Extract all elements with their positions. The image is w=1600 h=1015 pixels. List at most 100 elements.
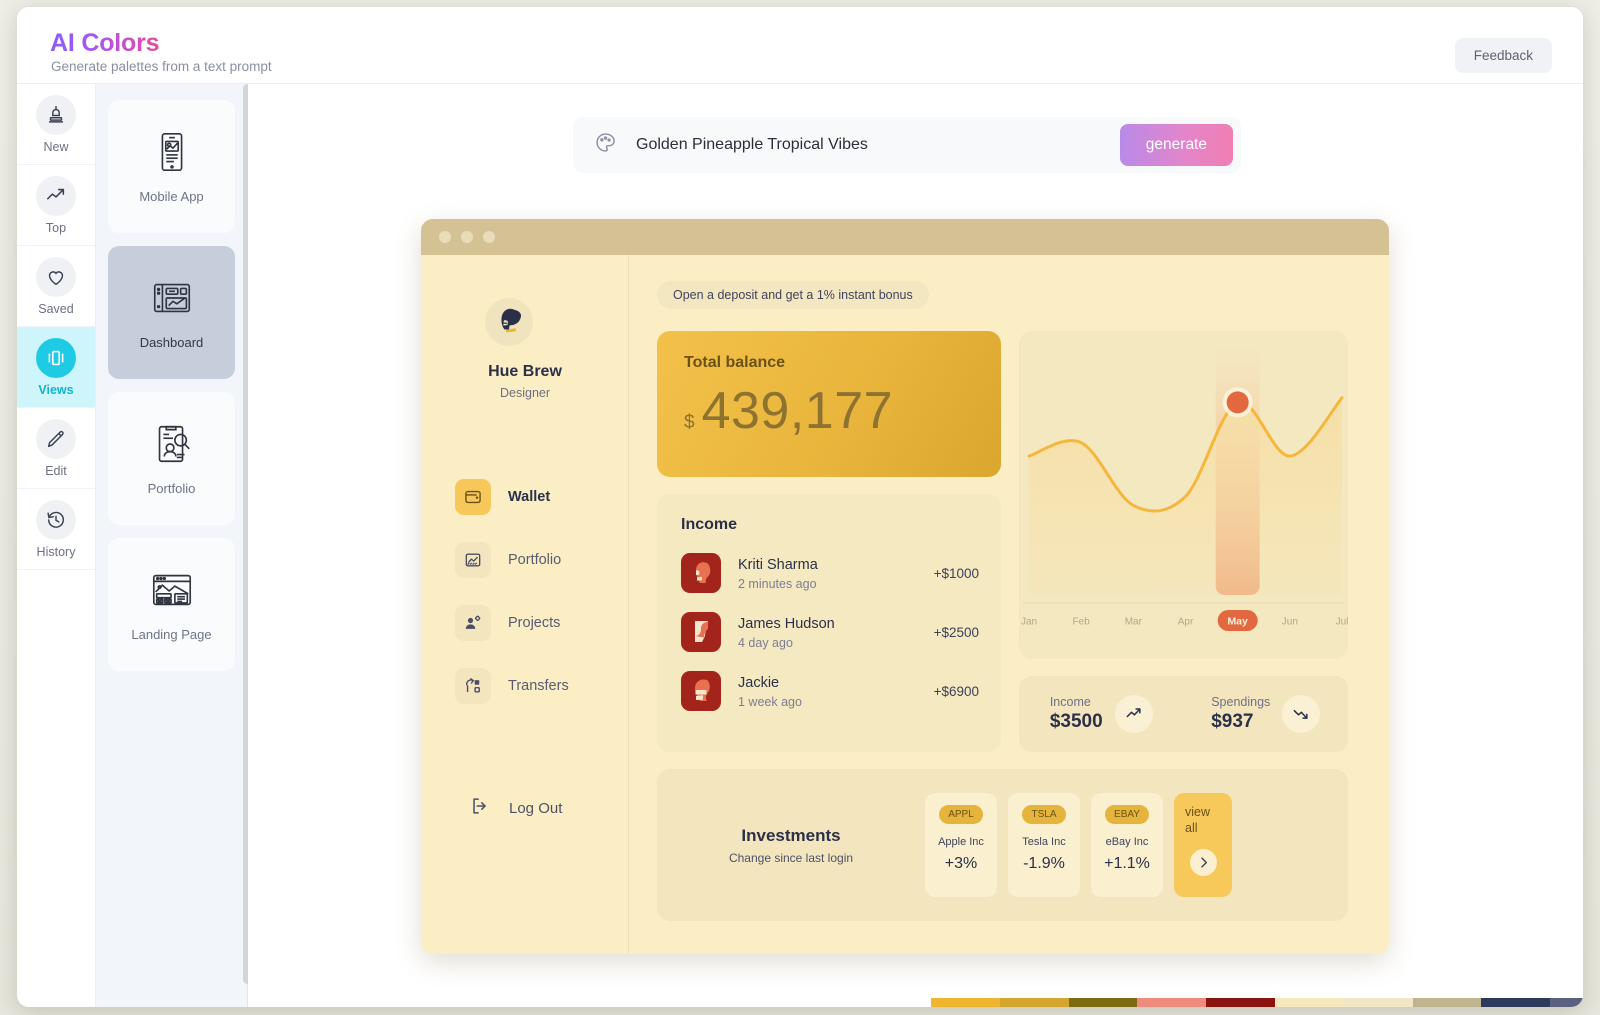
ticker-card-ebay[interactable]: EBAY eBay Inc +1.1% (1091, 793, 1163, 897)
feedback-button[interactable]: Feedback (1454, 38, 1552, 73)
chart-active-point[interactable] (1226, 391, 1249, 414)
prompt-bar[interactable]: Golden Pineapple Tropical Vibes generate (573, 117, 1241, 173)
sidebar-item-label: Top (45, 220, 67, 235)
stat-label: Spendings (1211, 695, 1271, 709)
view-all-button[interactable]: view all (1174, 793, 1232, 897)
chevron-right-icon[interactable] (1189, 849, 1217, 877)
activity-chart-card: Jan Feb Mar Apr May Jun Jul (1019, 331, 1348, 659)
ticker-name: Tesla Inc (1022, 836, 1066, 848)
view-card-portfolio[interactable]: Portfolio (108, 392, 235, 525)
sidebar-item-label: History (36, 544, 76, 559)
sidebar-item-label: Edit (45, 463, 67, 478)
view-all-label: view all (1185, 805, 1211, 835)
palette-swatch-3[interactable] (1137, 998, 1207, 1007)
avatar (681, 612, 721, 652)
balance-amount: 439,177 (701, 382, 894, 440)
investments-card: Investments Change since last login APPL… (657, 769, 1348, 921)
generated-palette-strip[interactable] (931, 998, 1583, 1007)
palette-swatch-5[interactable] (1274, 998, 1344, 1007)
sidebar-item-label: New (43, 139, 69, 154)
table-row[interactable]: Jackie 1 week ago +$6900 (681, 671, 979, 711)
view-card-landing-page[interactable]: Landing Page (108, 538, 235, 671)
projects-icon (455, 605, 491, 641)
nav-item-portfolio[interactable]: Portfolio (455, 540, 625, 580)
income-meta: James Hudson 4 day ago (738, 615, 934, 650)
dashboard-icon (149, 275, 195, 326)
view-card-label: Dashboard (139, 335, 204, 350)
sidebar-item-saved[interactable]: Saved (17, 246, 95, 327)
ticker-card-tsla[interactable]: TSLA Tesla Inc -1.9% (1008, 793, 1080, 897)
palette-swatch-1[interactable] (999, 998, 1069, 1007)
palette-icon (594, 131, 617, 159)
primary-nav-rail: New Top Saved Views Edit History (17, 84, 96, 1007)
stats-card: Income $3500 Spendings $937 (1019, 676, 1348, 752)
stat-income: Income $3500 (1019, 695, 1184, 733)
nav-item-label: Portfolio (508, 552, 562, 568)
palette-swatch-2[interactable] (1068, 998, 1138, 1007)
income-amount: +$1000 (933, 565, 979, 581)
income-time: 1 week ago (738, 694, 802, 709)
chart-tick-label[interactable]: Apr (1178, 617, 1194, 628)
transfer-icon (455, 668, 491, 704)
chart-tick-label[interactable]: Feb (1073, 617, 1091, 628)
page-title: AI Colors (50, 29, 160, 57)
nav-item-label: Transfers (508, 678, 569, 694)
nav-item-projects[interactable]: Projects (455, 603, 625, 643)
mockup-nav: Wallet Portfolio Projects Transfers (455, 477, 625, 729)
palette-swatch-4[interactable] (1206, 998, 1275, 1007)
chart-tick-label[interactable]: May (1227, 616, 1248, 628)
sidebar-item-top[interactable]: Top (17, 165, 95, 246)
ticker-card-appl[interactable]: APPL Apple Inc +3% (925, 793, 997, 897)
nav-item-transfers[interactable]: Transfers (455, 666, 625, 706)
profile-name: Hue Brew (488, 363, 562, 380)
view-card-label: Mobile App (139, 189, 204, 204)
stat-value: $937 (1211, 711, 1254, 732)
palette-swatch-9[interactable] (1550, 998, 1583, 1007)
generate-button[interactable]: generate (1119, 124, 1233, 166)
chart-tick-label[interactable]: Jun (1282, 617, 1298, 628)
landing-page-icon (149, 567, 195, 618)
chart-tick-label[interactable]: Mar (1125, 617, 1143, 628)
sidebar-item-views[interactable]: Views (17, 327, 95, 408)
views-icon (36, 337, 76, 378)
balance-label: Total balance (684, 354, 786, 371)
prompt-input[interactable]: Golden Pineapple Tropical Vibes (636, 136, 1120, 154)
chart-tick-label[interactable]: Jul (1336, 617, 1348, 628)
trend-down-icon (1282, 695, 1321, 733)
clock-rewind-icon (36, 499, 76, 540)
views-list: Mobile App Dashboard Portfolio Landing P… (96, 84, 252, 1007)
logout-label: Log Out (509, 800, 563, 817)
view-card-mobile-app[interactable]: Mobile App (108, 100, 235, 233)
logout-icon (469, 795, 491, 822)
stamp-icon (36, 94, 76, 135)
sidebar-item-edit[interactable]: Edit (17, 408, 95, 489)
nav-item-label: Projects (508, 615, 561, 631)
palette-swatch-7[interactable] (1412, 998, 1482, 1007)
view-card-dashboard[interactable]: Dashboard (108, 246, 235, 379)
ticker-change: +3% (944, 855, 978, 872)
chart-tick-label[interactable]: Jan (1021, 617, 1037, 628)
income-name: James Hudson (738, 615, 835, 632)
profile-role: Designer (499, 386, 551, 400)
avatar (681, 553, 721, 593)
table-row[interactable]: Kriti Sharma 2 minutes ago +$1000 (681, 553, 979, 593)
sidebar-item-history[interactable]: History (17, 489, 95, 570)
chart-box-icon (455, 542, 491, 578)
promo-banner[interactable]: Open a deposit and get a 1% instant bonu… (657, 281, 929, 309)
stat-label: Income (1049, 695, 1091, 709)
ticker-name: Apple Inc (938, 836, 984, 848)
logout-button[interactable]: Log Out (469, 795, 562, 822)
table-row[interactable]: James Hudson 4 day ago +$2500 (681, 612, 979, 652)
palette-swatch-0[interactable] (931, 998, 1000, 1007)
activity-area-chart: Jan Feb Mar Apr May Jun Jul (1021, 345, 1348, 631)
app-header: AI Colors Generate palettes from a text … (17, 7, 1583, 84)
palette-swatch-8[interactable] (1481, 998, 1551, 1007)
income-time: 4 day ago (738, 635, 793, 650)
sidebar-item-new[interactable]: New (17, 84, 95, 165)
palette-swatch-6[interactable] (1343, 998, 1413, 1007)
income-title: Income (681, 516, 738, 533)
nav-item-wallet[interactable]: Wallet (455, 477, 625, 517)
stat-text: Spendings $937 (1211, 695, 1270, 733)
income-name: Jackie (738, 674, 780, 691)
income-amount: +$6900 (933, 683, 979, 699)
